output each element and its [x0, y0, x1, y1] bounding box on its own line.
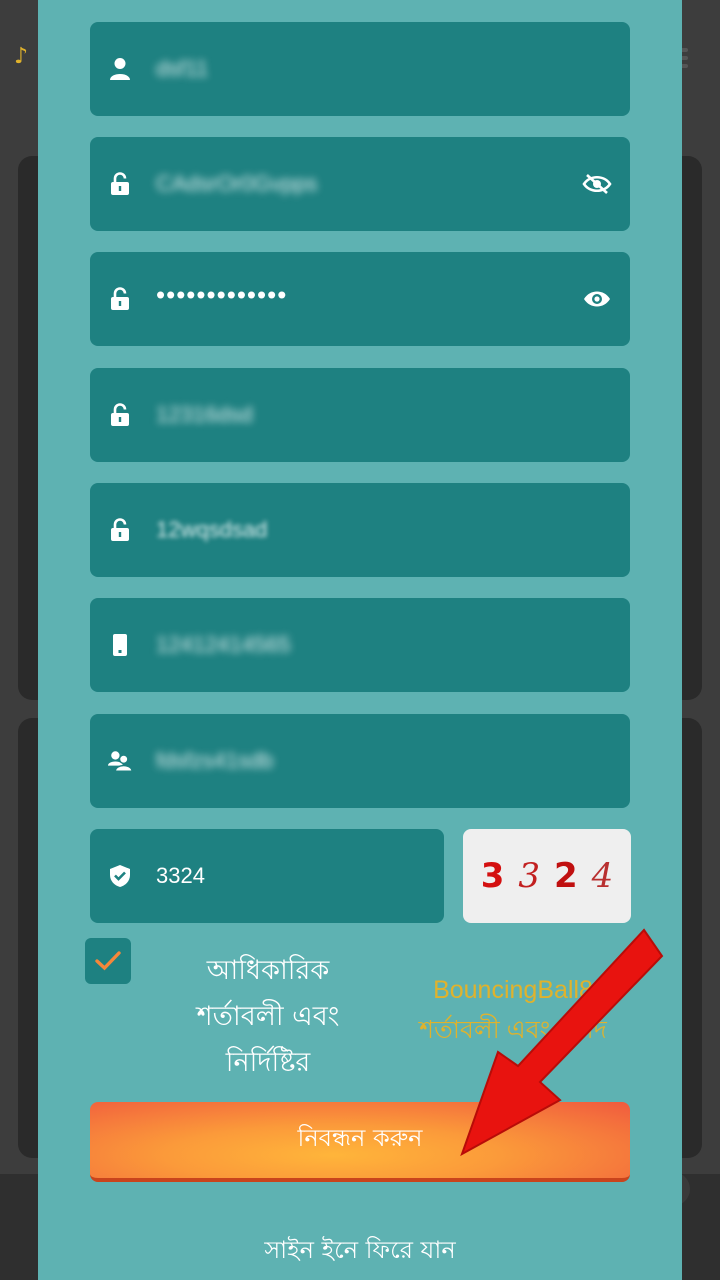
- captcha-digit: 2: [554, 856, 578, 896]
- brand-terms-line: শর্তাবলী এবং আদি: [419, 1016, 607, 1044]
- official-terms-text[interactable]: আধিকারিক শর্তাবলী এবং নির্দিষ্টির: [178, 948, 358, 1086]
- lock-icon: [108, 518, 132, 542]
- username-field[interactable]: dsf11: [90, 22, 630, 116]
- register-panel: dsf11 CAdsrOr0Gvpps ••••••••••••• 12316d…: [38, 0, 682, 1280]
- captcha-field[interactable]: 3324: [90, 829, 444, 923]
- captcha-digit: 3: [480, 856, 505, 896]
- eye-icon[interactable]: [582, 287, 612, 311]
- username-value: dsf11: [156, 56, 209, 81]
- confirm-withdraw-password-field[interactable]: 12wqsdsad: [90, 483, 630, 577]
- brand-name: BouncingBall8: [433, 976, 593, 1004]
- password-value: CAdsrOr0Gvpps: [156, 171, 318, 196]
- password-field[interactable]: CAdsrOr0Gvpps: [90, 137, 630, 231]
- phone-icon: [108, 633, 132, 657]
- confirm-password-field[interactable]: •••••••••••••: [90, 252, 630, 346]
- user-icon: [108, 57, 132, 81]
- confirm-password-value: •••••••••••••: [156, 279, 288, 310]
- lock-icon: [108, 403, 132, 427]
- withdraw-password-value: 12316dsd: [156, 402, 253, 427]
- terms-line: শর্তাবলী এবং: [196, 1001, 340, 1032]
- referral-code-value: fdsfzs41sdb: [156, 748, 274, 773]
- referral-code-field[interactable]: fdsfzs41sdb: [90, 714, 630, 808]
- app-logo-icon: ♪: [14, 44, 29, 69]
- captcha-digit: 4: [591, 856, 614, 896]
- users-icon: [108, 749, 132, 773]
- checkmark-icon: [95, 951, 121, 971]
- shield-icon: [108, 864, 132, 888]
- captcha-image[interactable]: 3 3 2 4: [463, 829, 631, 923]
- withdraw-password-field[interactable]: 12316dsd: [90, 368, 630, 462]
- terms-checkbox[interactable]: [85, 938, 131, 984]
- back-to-signin-link[interactable]: সাইন ইনে ফিরে যান: [38, 1232, 682, 1272]
- captcha-input-value: 3324: [156, 863, 205, 888]
- lock-icon: [108, 287, 132, 311]
- terms-line: আধিকারিক: [206, 955, 330, 986]
- eye-off-icon[interactable]: [582, 172, 612, 196]
- captcha-digit: 3: [518, 856, 540, 896]
- lock-icon: [108, 172, 132, 196]
- phone-value: 12412414565: [156, 632, 291, 657]
- phone-field[interactable]: 12412414565: [90, 598, 630, 692]
- brand-terms-link[interactable]: BouncingBall8 শর্তাবলী এবং আদি: [378, 970, 648, 1050]
- confirm-withdraw-password-value: 12wqsdsad: [156, 517, 268, 542]
- register-button[interactable]: নিবন্ধন করুন: [90, 1102, 630, 1182]
- terms-line: নির্দিষ্টির: [225, 1047, 311, 1078]
